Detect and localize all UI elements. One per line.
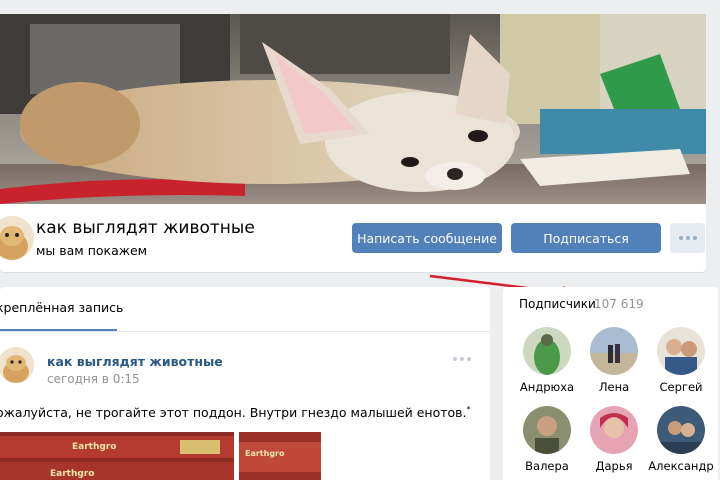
svg-text:Earthgro: Earthgro [50, 469, 94, 479]
post-author-avatar[interactable] [0, 347, 34, 383]
subscriber-item[interactable]: Сергей [648, 327, 714, 394]
post-image[interactable]: Earthgro [239, 432, 321, 480]
post-menu-button[interactable] [453, 357, 471, 361]
subscriber-item[interactable]: Дарья [581, 406, 647, 473]
post-date[interactable]: сегодня в 0:15 [47, 372, 140, 386]
subscriber-item[interactable]: Андрюха [514, 327, 580, 394]
subscriber-item[interactable]: Александр [648, 406, 714, 473]
avatar [590, 406, 638, 454]
avatar [590, 327, 638, 375]
post-author-link[interactable]: как выглядят животные [47, 354, 223, 369]
subscriber-item[interactable]: Валера [514, 406, 580, 473]
more-dots-icon [678, 236, 683, 240]
svg-text:Earthgro: Earthgro [245, 449, 285, 458]
subscriber-item[interactable]: Лена [581, 327, 647, 394]
send-message-button[interactable]: Написать сообщение [352, 223, 502, 253]
group-name: как выглядят животные [36, 218, 255, 238]
subscribers-block: Подписчики 107 619 Андрюха Лена Сергей В… [503, 287, 718, 480]
more-dots-icon [453, 357, 457, 361]
wall-block: крeплённая запись как выглядят животные … [0, 287, 490, 480]
group-header-card: как выглядят животные мы вам покажем Нап… [0, 14, 706, 272]
subscribers-count: 107 619 [594, 297, 644, 311]
post-image[interactable]: Earthgro Earthgro [0, 432, 234, 480]
divider [0, 331, 490, 332]
tab-pinned-post[interactable]: крeплённая запись [0, 300, 123, 315]
group-avatar[interactable] [0, 216, 34, 260]
subscribers-title[interactable]: Подписчики [519, 297, 596, 311]
cover-photo [0, 14, 706, 204]
avatar [523, 406, 571, 454]
avatar [523, 327, 571, 375]
asterisk-mark: * [466, 405, 471, 414]
avatar [657, 327, 705, 375]
subscribe-button[interactable]: Подписаться [511, 223, 661, 253]
more-actions-button[interactable] [670, 223, 705, 253]
post-text: ожалуйста, не трогайте этот поддон. Внут… [0, 405, 471, 421]
top-strip [0, 0, 720, 14]
svg-text:Earthgro: Earthgro [72, 442, 116, 452]
group-status: мы вам покажем [36, 243, 148, 258]
avatar [657, 406, 705, 454]
